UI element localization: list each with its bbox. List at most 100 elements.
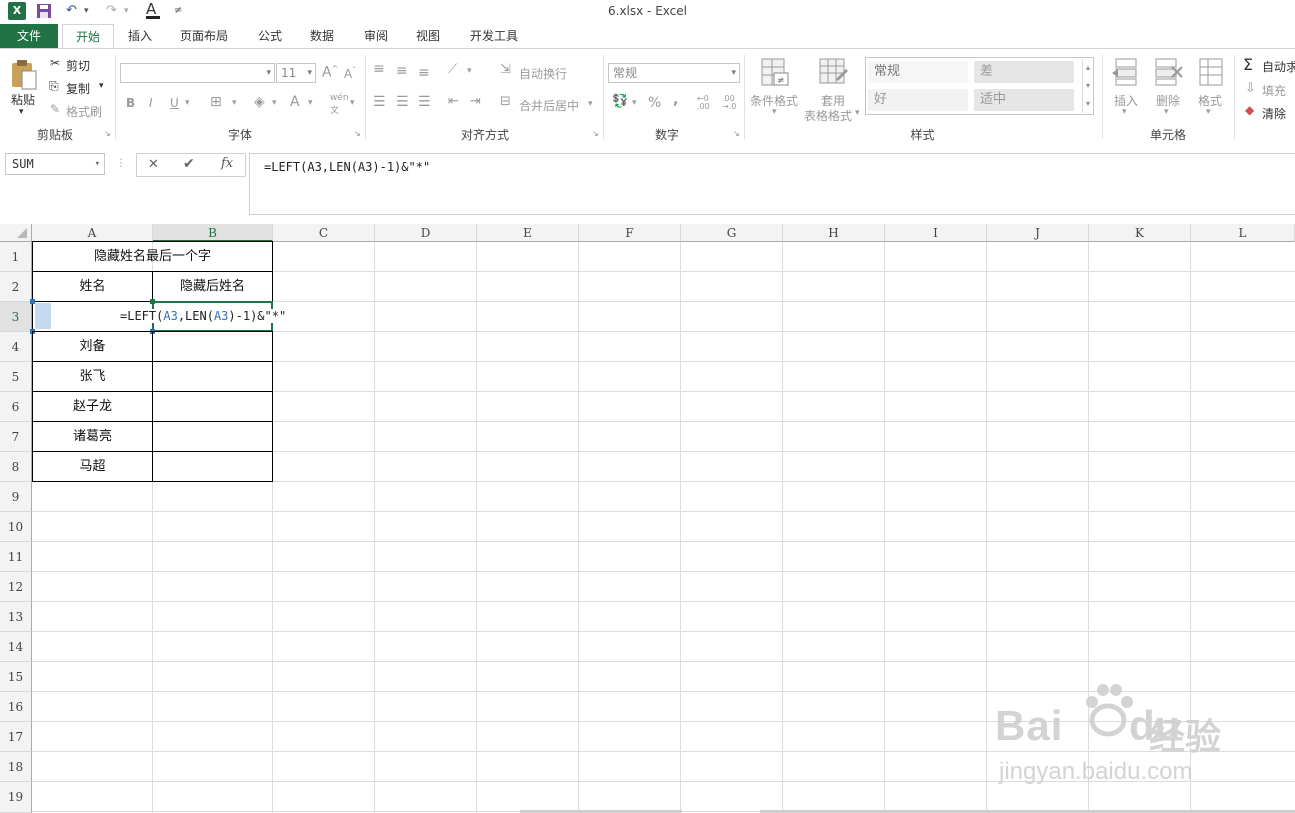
row-header-12[interactable]: 12: [0, 572, 32, 602]
row-header-15[interactable]: 15: [0, 662, 32, 692]
align-top-icon[interactable]: ≡: [373, 61, 385, 77]
cancel-icon[interactable]: ✕: [148, 157, 159, 172]
align-bottom-icon[interactable]: ≡: [418, 65, 430, 81]
autosum-button[interactable]: 自动求: [1262, 58, 1295, 75]
row-header-2[interactable]: 2: [0, 272, 32, 302]
format-as-table-label[interactable]: 表格格式: [804, 107, 852, 124]
cell-name-4[interactable]: 诸葛亮: [32, 421, 153, 452]
increase-indent-icon[interactable]: ⇥: [470, 94, 481, 109]
clipboard-launcher-icon[interactable]: ↘: [104, 129, 111, 138]
worksheet-grid[interactable]: A B C D E F G H I J K L 1 2 3 4 5 6 7 8 …: [0, 224, 1295, 813]
style-normal[interactable]: 常规: [868, 61, 968, 83]
wrap-text-button[interactable]: 自动换行: [519, 65, 567, 82]
cell-result-1[interactable]: [152, 331, 273, 362]
align-right-icon[interactable]: ☰: [418, 94, 431, 110]
format-painter-icon[interactable]: ✎: [50, 102, 60, 116]
row-header-5[interactable]: 5: [0, 362, 32, 392]
borders-icon[interactable]: ⊞: [210, 94, 222, 110]
font-launcher-icon[interactable]: ↘: [354, 129, 361, 138]
autosum-icon[interactable]: Σ: [1243, 55, 1253, 74]
fill-button[interactable]: 填充: [1262, 82, 1286, 99]
clear-button[interactable]: 清除: [1262, 105, 1286, 122]
column-header-h[interactable]: H: [783, 224, 885, 242]
align-middle-icon[interactable]: ≡: [396, 63, 408, 79]
header-cell-hidden-name[interactable]: 隐藏后姓名: [152, 271, 273, 302]
column-header-a[interactable]: A: [32, 224, 153, 242]
row-header-16[interactable]: 16: [0, 692, 32, 722]
decrease-indent-icon[interactable]: ⇤: [448, 94, 459, 109]
column-header-g[interactable]: G: [681, 224, 783, 242]
column-header-b[interactable]: B: [153, 224, 273, 242]
cell-result-4[interactable]: [152, 421, 273, 452]
format-cells-icon[interactable]: [1196, 57, 1226, 90]
style-good[interactable]: 好: [868, 89, 968, 111]
clear-icon[interactable]: ◆: [1245, 103, 1254, 117]
paste-dropdown-icon[interactable]: ▾: [19, 107, 24, 117]
insert-dropdown-icon[interactable]: ▾: [1122, 107, 1127, 117]
paste-button[interactable]: 粘贴: [11, 91, 35, 108]
style-bad[interactable]: 差: [974, 61, 1074, 83]
fill-color-dropdown-icon[interactable]: ▾: [272, 98, 277, 108]
merge-center-button[interactable]: 合并后居中: [519, 97, 579, 114]
fill-color-icon[interactable]: ◈: [254, 94, 265, 110]
font-size-combo[interactable]: 11 ▾: [276, 63, 316, 83]
row-header-4[interactable]: 4: [0, 332, 32, 362]
title-cell[interactable]: 隐藏姓名最后一个字: [32, 241, 273, 272]
row-header-9[interactable]: 9: [0, 482, 32, 512]
shrink-font-icon[interactable]: Aˇ: [344, 66, 356, 81]
copy-icon[interactable]: ⎘: [49, 79, 59, 94]
phonetic-icon[interactable]: wén 文: [330, 93, 349, 116]
row-header-8[interactable]: 8: [0, 452, 32, 482]
column-header-c[interactable]: C: [273, 224, 375, 242]
copy-dropdown-icon[interactable]: ▾: [99, 81, 104, 91]
column-header-l[interactable]: L: [1191, 224, 1295, 242]
font-name-combo[interactable]: ▾: [120, 63, 275, 83]
font-color-dropdown-icon[interactable]: ▾: [308, 98, 313, 108]
cut-button[interactable]: 剪切: [66, 57, 90, 74]
fill-handle[interactable]: [150, 299, 155, 304]
align-center-icon[interactable]: ☰: [396, 94, 409, 110]
cell-result-5[interactable]: [152, 451, 273, 482]
align-left-icon[interactable]: ☰: [373, 94, 386, 110]
row-header-6[interactable]: 6: [0, 392, 32, 422]
italic-button[interactable]: I: [149, 96, 153, 110]
tab-data[interactable]: 数据: [300, 24, 344, 48]
number-format-combo[interactable]: 常规 ▾: [608, 63, 740, 83]
font-color-icon[interactable]: A: [290, 94, 300, 110]
column-header-j[interactable]: J: [987, 224, 1089, 242]
tab-formulas[interactable]: 公式: [248, 24, 292, 48]
borders-dropdown-icon[interactable]: ▾: [232, 98, 237, 108]
cell-result-2[interactable]: [152, 361, 273, 392]
orientation-icon[interactable]: ⟋: [448, 62, 457, 77]
merge-dropdown-icon[interactable]: ▾: [588, 99, 593, 109]
name-box-dropdown-icon[interactable]: ▾: [95, 154, 100, 174]
column-header-d[interactable]: D: [375, 224, 477, 242]
merge-center-icon[interactable]: ⊟: [500, 94, 511, 109]
cell-result-3[interactable]: [152, 391, 273, 422]
row-header-3[interactable]: 3: [0, 302, 32, 332]
row-header-10[interactable]: 10: [0, 512, 32, 542]
format-as-table-dropdown-icon[interactable]: ▾: [855, 108, 860, 118]
column-header-i[interactable]: I: [885, 224, 987, 242]
cell-edit-formula[interactable]: =LEFT(A3,LEN(A3)-1)&"*": [120, 309, 287, 323]
name-box[interactable]: SUM ▾: [5, 153, 105, 175]
orientation-dropdown-icon[interactable]: ▾: [467, 66, 472, 76]
format-as-table-icon[interactable]: [818, 57, 848, 90]
range-handle[interactable]: [30, 299, 35, 304]
formula-input[interactable]: =LEFT(A3,LEN(A3)-1)&"*": [249, 153, 1295, 215]
accounting-dropdown-icon[interactable]: ▾: [632, 98, 637, 108]
insert-function-icon[interactable]: fx: [221, 156, 233, 171]
copy-button[interactable]: 复制: [66, 80, 90, 97]
fill-icon[interactable]: ⇩: [1245, 81, 1256, 96]
phonetic-dropdown-icon[interactable]: ▾: [350, 98, 355, 108]
style-neutral[interactable]: 适中: [974, 89, 1074, 111]
column-header-f[interactable]: F: [579, 224, 681, 242]
cell-name-2[interactable]: 张飞: [32, 361, 153, 392]
tab-developer[interactable]: 开发工具: [462, 24, 526, 48]
row-header-11[interactable]: 11: [0, 542, 32, 572]
underline-dropdown-icon[interactable]: ▾: [185, 98, 190, 108]
accounting-format-icon[interactable]: 💱: [612, 94, 628, 109]
insert-cells-icon[interactable]: [1112, 57, 1142, 90]
header-cell-name[interactable]: 姓名: [32, 271, 153, 302]
row-header-18[interactable]: 18: [0, 752, 32, 782]
